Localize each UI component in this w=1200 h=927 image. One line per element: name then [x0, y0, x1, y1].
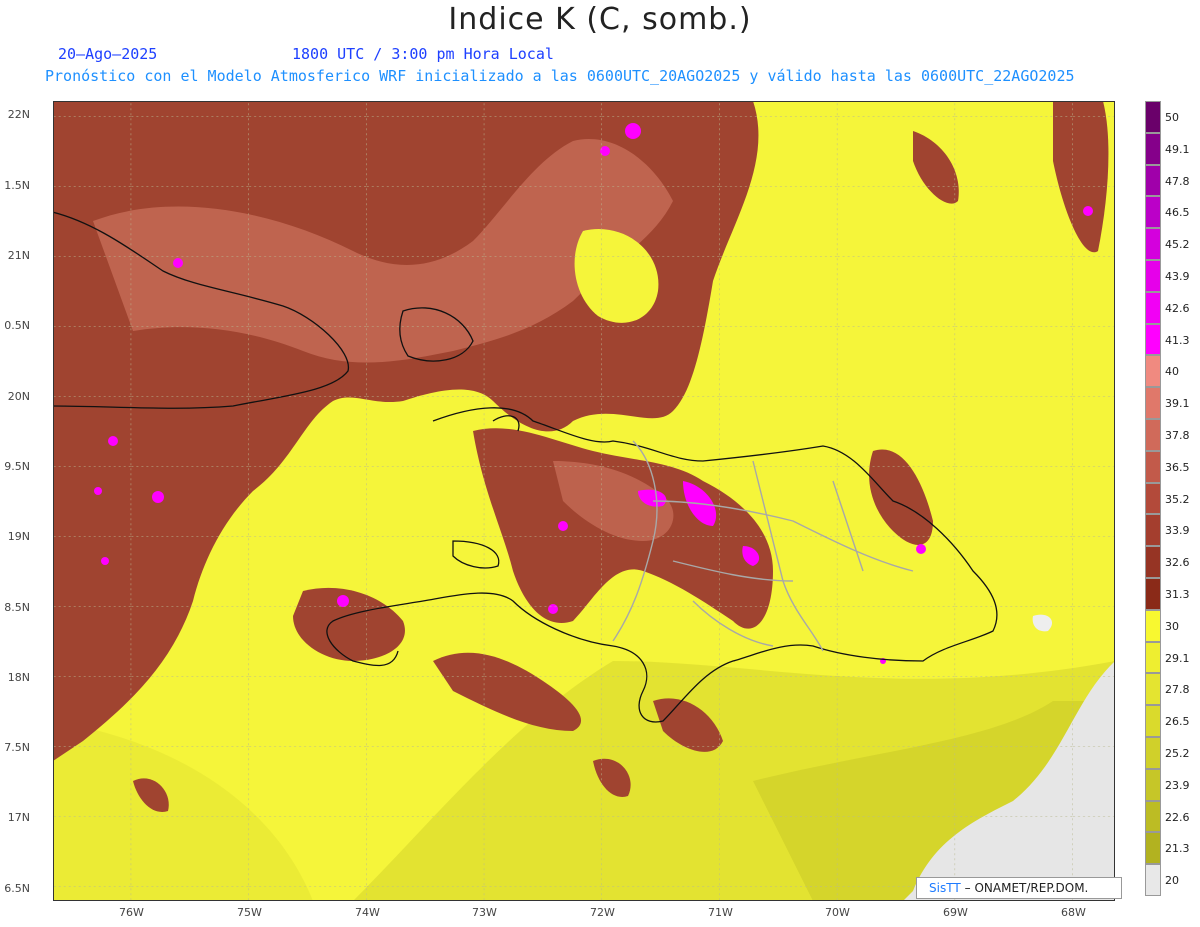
- lon-label: 74W: [355, 906, 380, 919]
- colorbar-segment: [1145, 705, 1161, 737]
- colorbar-segment: [1145, 196, 1161, 229]
- colorbar-segment: [1145, 578, 1161, 610]
- colorbar-segment: [1145, 164, 1161, 197]
- colorbar-label: 39.1: [1165, 397, 1190, 411]
- colorbar-segment: [1145, 323, 1161, 356]
- colorbar-label: 26.5: [1165, 715, 1190, 729]
- colorbar-segment: [1145, 482, 1161, 515]
- colorbar-segment: [1145, 387, 1161, 419]
- k-index-map: [53, 101, 1115, 901]
- colorbar-segment: [1145, 450, 1161, 483]
- colorbar-label: 29.1: [1165, 651, 1190, 665]
- lat-label: 6.5N: [4, 882, 30, 895]
- lat-label: 17N: [7, 811, 30, 824]
- sistt-logo: SisTT: [929, 881, 961, 895]
- colorbar-segment: [1145, 132, 1161, 165]
- colorbar-segment: [1145, 228, 1161, 260]
- colorbar-label: 27.8: [1165, 683, 1190, 697]
- colorbar-segment: [1145, 673, 1161, 706]
- colorbar-label: 42.6: [1165, 301, 1190, 315]
- colorbar-segment: [1145, 260, 1161, 292]
- colorbar-segment: [1145, 291, 1161, 324]
- colorbar-label: 50: [1165, 111, 1179, 124]
- lon-label: 73W: [472, 906, 497, 919]
- colorbar-label: 30: [1165, 619, 1179, 633]
- lon-label: 72W: [590, 906, 615, 919]
- colorbar-label: 35.2: [1165, 492, 1190, 506]
- colorbar-segment: [1145, 514, 1161, 547]
- lon-label: 71W: [708, 906, 733, 919]
- colorbar-label: 41.3: [1165, 333, 1190, 347]
- colorbar-label: 31.3: [1165, 588, 1190, 601]
- forecast-time: 1800 UTC / 3:00 pm Hora Local: [292, 45, 554, 63]
- colorbar-label: 46.5: [1165, 206, 1190, 220]
- colorbar-segment: [1145, 546, 1161, 578]
- colorbar-segment: [1145, 609, 1161, 642]
- credit-box: SisTT – ONAMET/REP.DOM.: [916, 877, 1122, 899]
- colorbar-segment: [1145, 737, 1161, 769]
- colorbar-label: 40: [1165, 365, 1179, 379]
- credit-text: – ONAMET/REP.DOM.: [964, 881, 1089, 895]
- colorbar-label: 47.8: [1165, 174, 1190, 188]
- colorbar-segment: [1145, 832, 1161, 865]
- lat-label: 0.5N: [4, 319, 30, 332]
- lon-label: 75W: [237, 906, 262, 919]
- lat-label: 7.5N: [4, 741, 30, 754]
- lat-label: 20N: [7, 390, 30, 403]
- forecast-date: 20–Ago–2025: [58, 45, 158, 63]
- colorbar-label: 45.2: [1165, 238, 1190, 252]
- lat-label: 1.5N: [4, 179, 30, 192]
- colorbar-label: 49.1: [1165, 142, 1190, 156]
- lon-label: 76W: [119, 906, 144, 919]
- lat-label: 9.5N: [4, 460, 30, 473]
- lat-label: 21N: [7, 249, 30, 262]
- colorbar-label: 43.9: [1165, 270, 1190, 283]
- colorbar-label: 22.6: [1165, 810, 1190, 824]
- colorbar-segment: [1145, 768, 1161, 801]
- colorbar-label: 25.2: [1165, 747, 1190, 760]
- forecast-description: Pronóstico con el Modelo Atmosferico WRF…: [45, 67, 1075, 85]
- colorbar-segment: [1145, 864, 1161, 896]
- lat-label: 19N: [7, 530, 30, 543]
- colorbar-segment: [1145, 419, 1161, 451]
- colorbar-label: 32.6: [1165, 556, 1190, 570]
- colorbar-label: 36.5: [1165, 460, 1190, 474]
- map-title: Indice K (C, somb.): [448, 2, 752, 37]
- lat-label: 22N: [7, 108, 30, 121]
- colorbar-segment: [1145, 800, 1161, 833]
- colorbar-segment: [1145, 641, 1161, 674]
- colorbar-segment: [1145, 355, 1161, 388]
- colorbar-label: 37.8: [1165, 429, 1190, 442]
- colorbar-segment: [1145, 101, 1161, 133]
- lat-label: 18N: [7, 671, 30, 684]
- lon-label: 69W: [943, 906, 968, 919]
- colorbar-label: 21.3: [1165, 842, 1190, 856]
- map-page: { "header": { "title": "Indice K (C, som…: [0, 0, 1200, 927]
- colorbar-label: 23.9: [1165, 778, 1190, 792]
- colorbar-label: 33.9: [1165, 524, 1190, 538]
- lat-label: 8.5N: [4, 601, 30, 614]
- lon-label: 70W: [825, 906, 850, 919]
- lon-label: 68W: [1061, 906, 1086, 919]
- colorbar-label: 20: [1165, 874, 1179, 888]
